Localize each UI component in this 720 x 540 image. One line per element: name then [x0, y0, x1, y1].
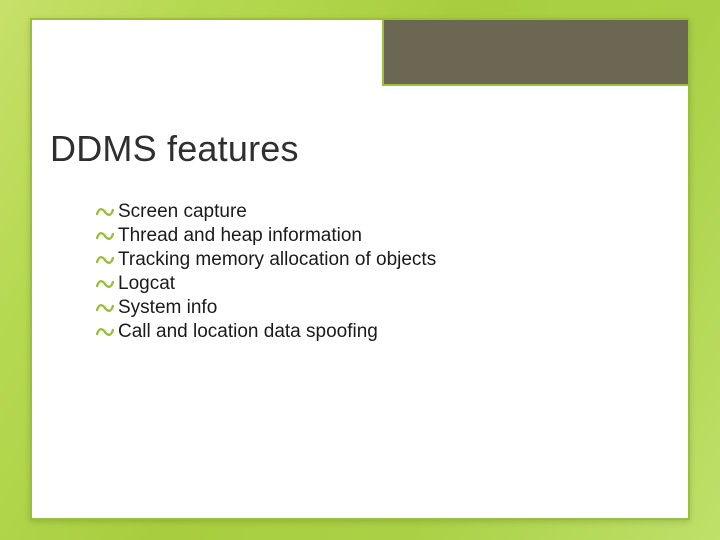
wave-bullet-icon	[96, 205, 118, 219]
list-item: System info	[96, 298, 436, 317]
list-item-label: System info	[118, 298, 217, 317]
slide-title: DDMS features	[50, 128, 299, 170]
list-item: Thread and heap information	[96, 226, 436, 245]
slide-background: DDMS features Screen capture Thread and …	[0, 0, 720, 540]
wave-bullet-icon	[96, 301, 118, 315]
wave-bullet-icon	[96, 277, 118, 291]
list-item: Tracking memory allocation of objects	[96, 250, 436, 269]
list-item: Screen capture	[96, 202, 436, 221]
list-item-label: Screen capture	[118, 202, 247, 221]
list-item-label: Call and location data spoofing	[118, 322, 378, 341]
list-item-label: Logcat	[118, 274, 175, 293]
list-item-label: Tracking memory allocation of objects	[118, 250, 436, 269]
wave-bullet-icon	[96, 253, 118, 267]
wave-bullet-icon	[96, 229, 118, 243]
wave-bullet-icon	[96, 325, 118, 339]
list-item: Logcat	[96, 274, 436, 293]
list-item-label: Thread and heap information	[118, 226, 362, 245]
list-item: Call and location data spoofing	[96, 322, 436, 341]
corner-decoration	[382, 18, 690, 86]
slide-card: DDMS features Screen capture Thread and …	[30, 18, 690, 520]
bullet-list: Screen capture Thread and heap informati…	[96, 202, 436, 346]
